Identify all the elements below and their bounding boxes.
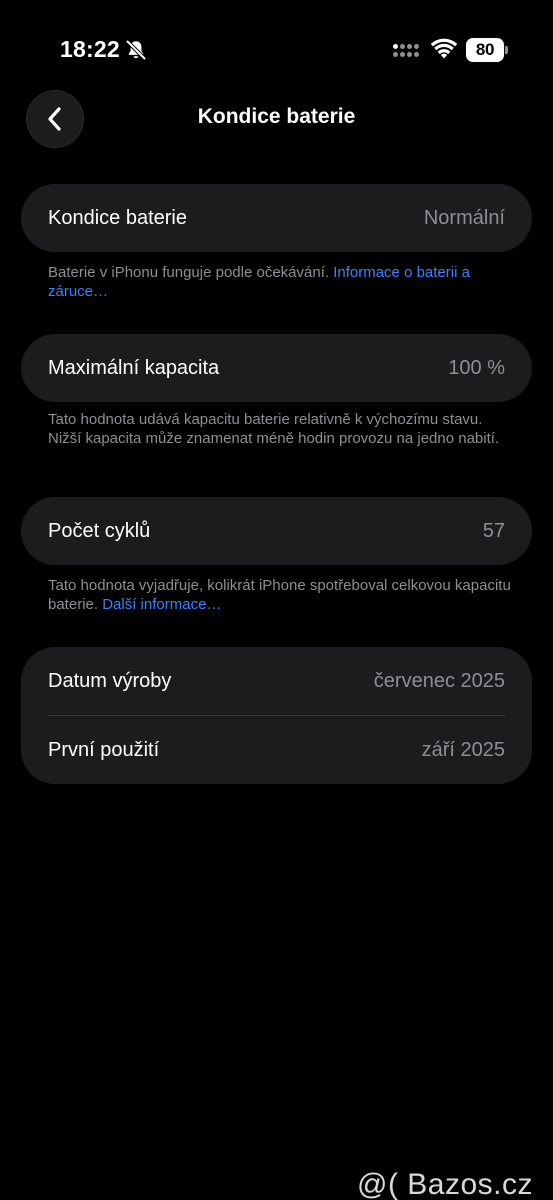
max-capacity-value: 100 % [448, 356, 505, 379]
max-capacity-card: Maximální kapacita 100 % [21, 334, 532, 402]
bell-slash-icon [126, 40, 146, 60]
cellular-signal-icon [393, 43, 421, 61]
page-title: Kondice baterie [197, 105, 356, 128]
status-time: 18:22 [60, 36, 120, 62]
battery-icon: 80 [466, 38, 508, 62]
manufacture-date-label: Datum výroby [48, 669, 172, 692]
battery-health-screen: 18:22 80 Kondice baterie Kondice baterie… [0, 0, 553, 1200]
battery-health-row: Kondice baterie Normální [21, 184, 532, 252]
cycle-count-card: Počet cyklů 57 [21, 497, 532, 565]
max-capacity-row: Maximální kapacita 100 % [21, 334, 532, 402]
first-use-value: září 2025 [421, 738, 505, 761]
battery-health-footnote-text: Baterie v iPhonu funguje podle očekávání… [48, 264, 334, 281]
first-use-row: První použití září 2025 [21, 716, 532, 784]
battery-cap [505, 46, 508, 54]
manufacture-date-value: červenec 2025 [373, 669, 505, 692]
dates-card: Datum výroby červenec 2025 První použití… [21, 647, 532, 784]
bazos-watermark: @( Bazos.cz [357, 1168, 533, 1200]
manufacture-date-row: Datum výroby červenec 2025 [21, 647, 532, 715]
more-info-link[interactable]: Další informace… [102, 596, 221, 613]
max-capacity-footnote: Tato hodnota udává kapacitu baterie rela… [48, 411, 500, 447]
cycle-count-label: Počet cyklů [48, 519, 151, 542]
cycle-count-row: Počet cyklů 57 [21, 497, 532, 565]
battery-health-card: Kondice baterie Normální [21, 184, 532, 252]
battery-level: 80 [466, 38, 504, 62]
battery-health-value: Normální [423, 206, 505, 229]
max-capacity-label: Maximální kapacita [48, 356, 220, 379]
cycle-count-value: 57 [482, 519, 505, 542]
status-bar: 18:22 80 [0, 0, 553, 100]
wifi-icon [431, 38, 457, 59]
cycle-count-footnote: Tato hodnota vyjadřuje, kolikrát iPhone … [48, 577, 518, 614]
first-use-label: První použití [48, 738, 160, 761]
battery-health-footnote: Baterie v iPhonu funguje podle očekávání… [48, 264, 518, 301]
battery-health-label: Kondice baterie [48, 206, 187, 229]
